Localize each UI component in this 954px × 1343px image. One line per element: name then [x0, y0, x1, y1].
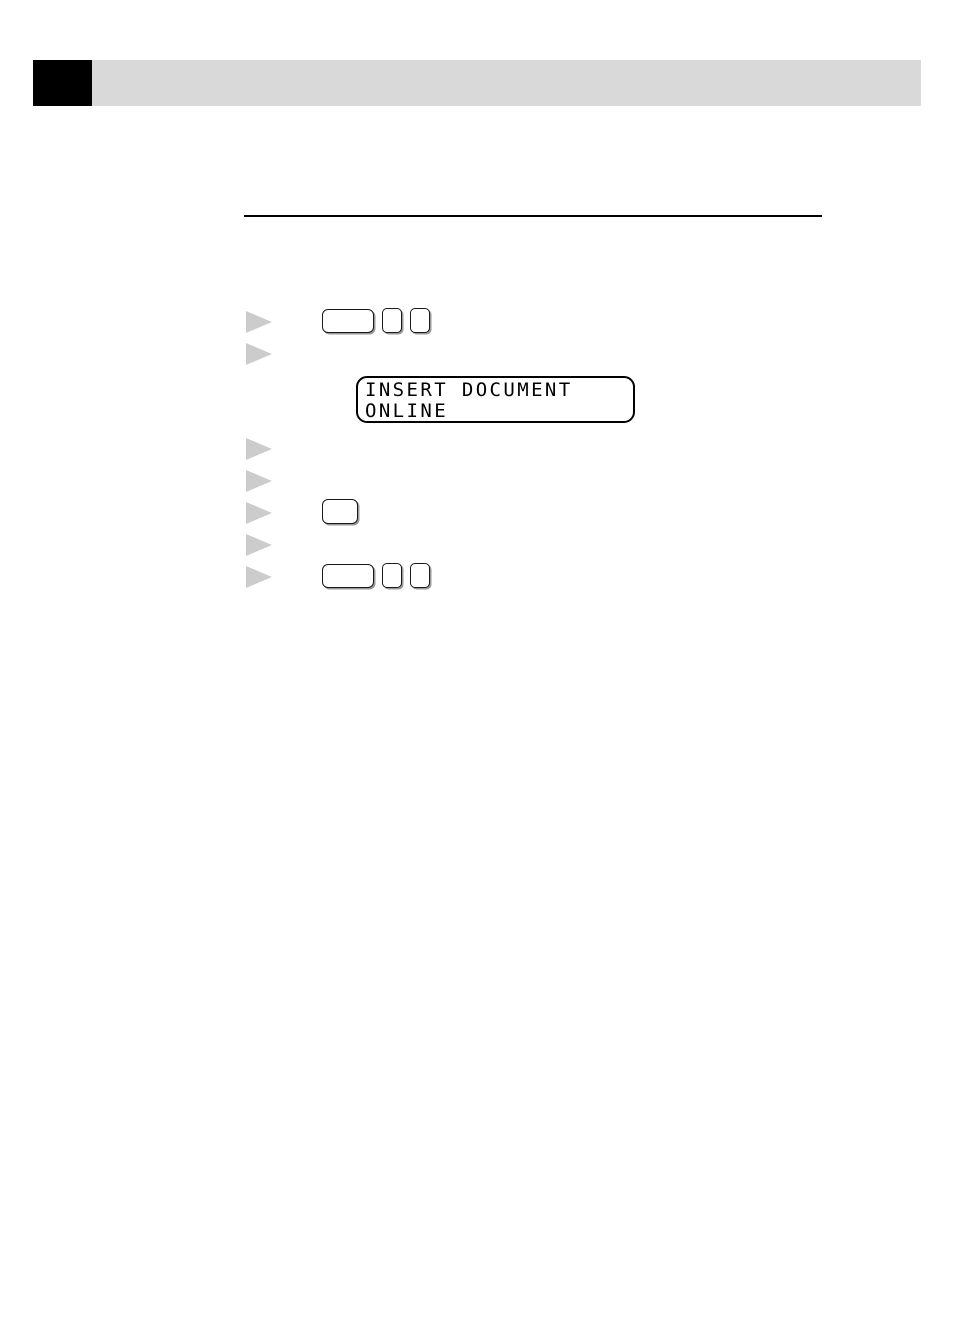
panel-key[interactable]	[322, 308, 374, 333]
step-row	[244, 340, 844, 368]
key-group	[322, 563, 430, 588]
step-row	[244, 308, 844, 336]
panel-key[interactable]	[382, 563, 402, 588]
key-group	[322, 499, 358, 524]
panel-key[interactable]	[382, 308, 402, 333]
lcd-display: INSERT DOCUMENT ONLINE	[356, 376, 635, 423]
triangle-right-icon	[246, 566, 272, 588]
panel-key[interactable]	[322, 563, 374, 588]
key-group	[322, 308, 430, 333]
manual-page: INSERT DOCUMENT ONLINE	[0, 0, 954, 1343]
step-row	[244, 563, 844, 591]
lcd-line-1: INSERT DOCUMENT	[365, 379, 573, 401]
step-row	[244, 531, 844, 559]
step-row	[244, 467, 844, 495]
panel-key[interactable]	[322, 499, 358, 524]
lcd-line-2: ONLINE	[365, 400, 449, 422]
triangle-right-icon	[246, 502, 272, 524]
chapter-tab	[33, 60, 92, 106]
page-header	[33, 60, 921, 106]
panel-key[interactable]	[410, 563, 430, 588]
step-row	[244, 435, 844, 463]
section-divider	[244, 215, 822, 217]
triangle-right-icon	[246, 470, 272, 492]
triangle-right-icon	[246, 311, 272, 333]
triangle-right-icon	[246, 438, 272, 460]
triangle-right-icon	[246, 343, 272, 365]
step-row	[244, 499, 844, 527]
triangle-right-icon	[246, 534, 272, 556]
header-bar	[92, 60, 921, 106]
panel-key[interactable]	[410, 308, 430, 333]
